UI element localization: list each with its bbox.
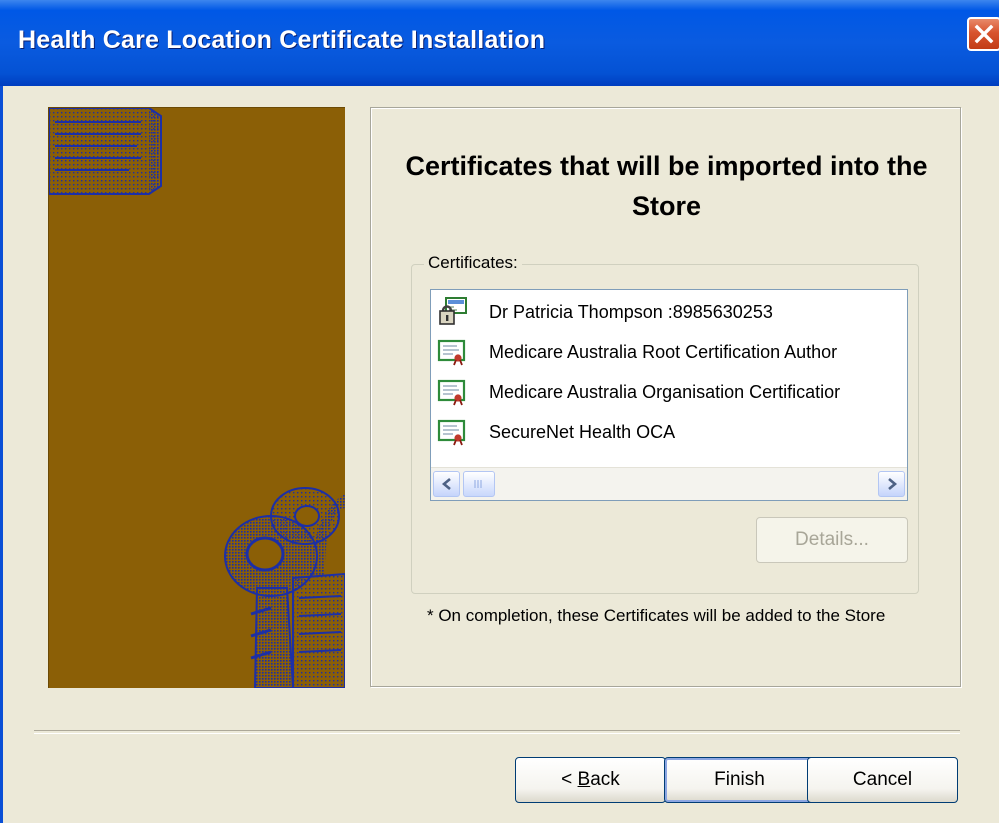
list-item[interactable]: Dr Patricia Thompson :8985630253 [437, 294, 907, 330]
personal-certificate-lock-icon [439, 297, 467, 325]
details-button[interactable]: Details... [756, 517, 908, 563]
certificate-label: Medicare Australia Root Certification Au… [489, 341, 838, 362]
page-heading: Certificates that will be imported into … [405, 151, 928, 221]
list-item[interactable]: Medicare Australia Root Certification Au… [437, 334, 907, 370]
content-panel: Certificates that will be imported into … [370, 107, 961, 687]
scroll-right-button[interactable] [878, 471, 905, 497]
window-title: Health Care Location Certificate Install… [18, 26, 546, 54]
certificate-icon [437, 379, 466, 406]
chevron-left-icon [441, 478, 451, 490]
certificate-label: Dr Patricia Thompson :8985630253 [489, 301, 773, 322]
certificates-groupbox: Certificates: Dr Patricia Thompson :8985… [411, 253, 919, 594]
certificate-label: Medicare Australia Organisation Certific… [489, 381, 841, 402]
certificate-icon [437, 339, 466, 366]
list-item[interactable]: Medicare Australia Organisation Certific… [437, 374, 907, 410]
back-button-mnemonic: B [577, 769, 591, 790]
list-item[interactable]: SecureNet Health OCA [437, 414, 907, 450]
wizard-side-banner [48, 107, 345, 688]
back-button[interactable]: < Back [515, 757, 666, 803]
certificates-list[interactable]: Dr Patricia Thompson :8985630253 Medicar… [430, 289, 908, 501]
finish-button[interactable]: Finish [664, 757, 815, 803]
certificate-keys-artwork-icon [49, 108, 345, 688]
cancel-button[interactable]: Cancel [807, 757, 958, 803]
certificate-icon [437, 419, 466, 446]
scrollbar-thumb[interactable] [463, 471, 495, 497]
window-frame-left [0, 86, 3, 823]
certificate-label: SecureNet Health OCA [489, 421, 676, 442]
close-button[interactable] [967, 17, 999, 51]
grip-icon [474, 480, 482, 488]
certificates-group-label: Certificates: [424, 253, 522, 273]
title-bar[interactable]: Health Care Location Certificate Install… [0, 0, 999, 86]
scroll-left-button[interactable] [433, 471, 460, 497]
chevron-right-icon [887, 478, 897, 490]
close-icon [974, 24, 994, 44]
completion-note: * On completion, these Certificates will… [427, 606, 886, 625]
back-button-prefix: < [561, 769, 578, 790]
back-button-rest: ack [590, 769, 620, 790]
horizontal-scrollbar[interactable] [431, 467, 907, 500]
footer-separator [34, 730, 960, 734]
